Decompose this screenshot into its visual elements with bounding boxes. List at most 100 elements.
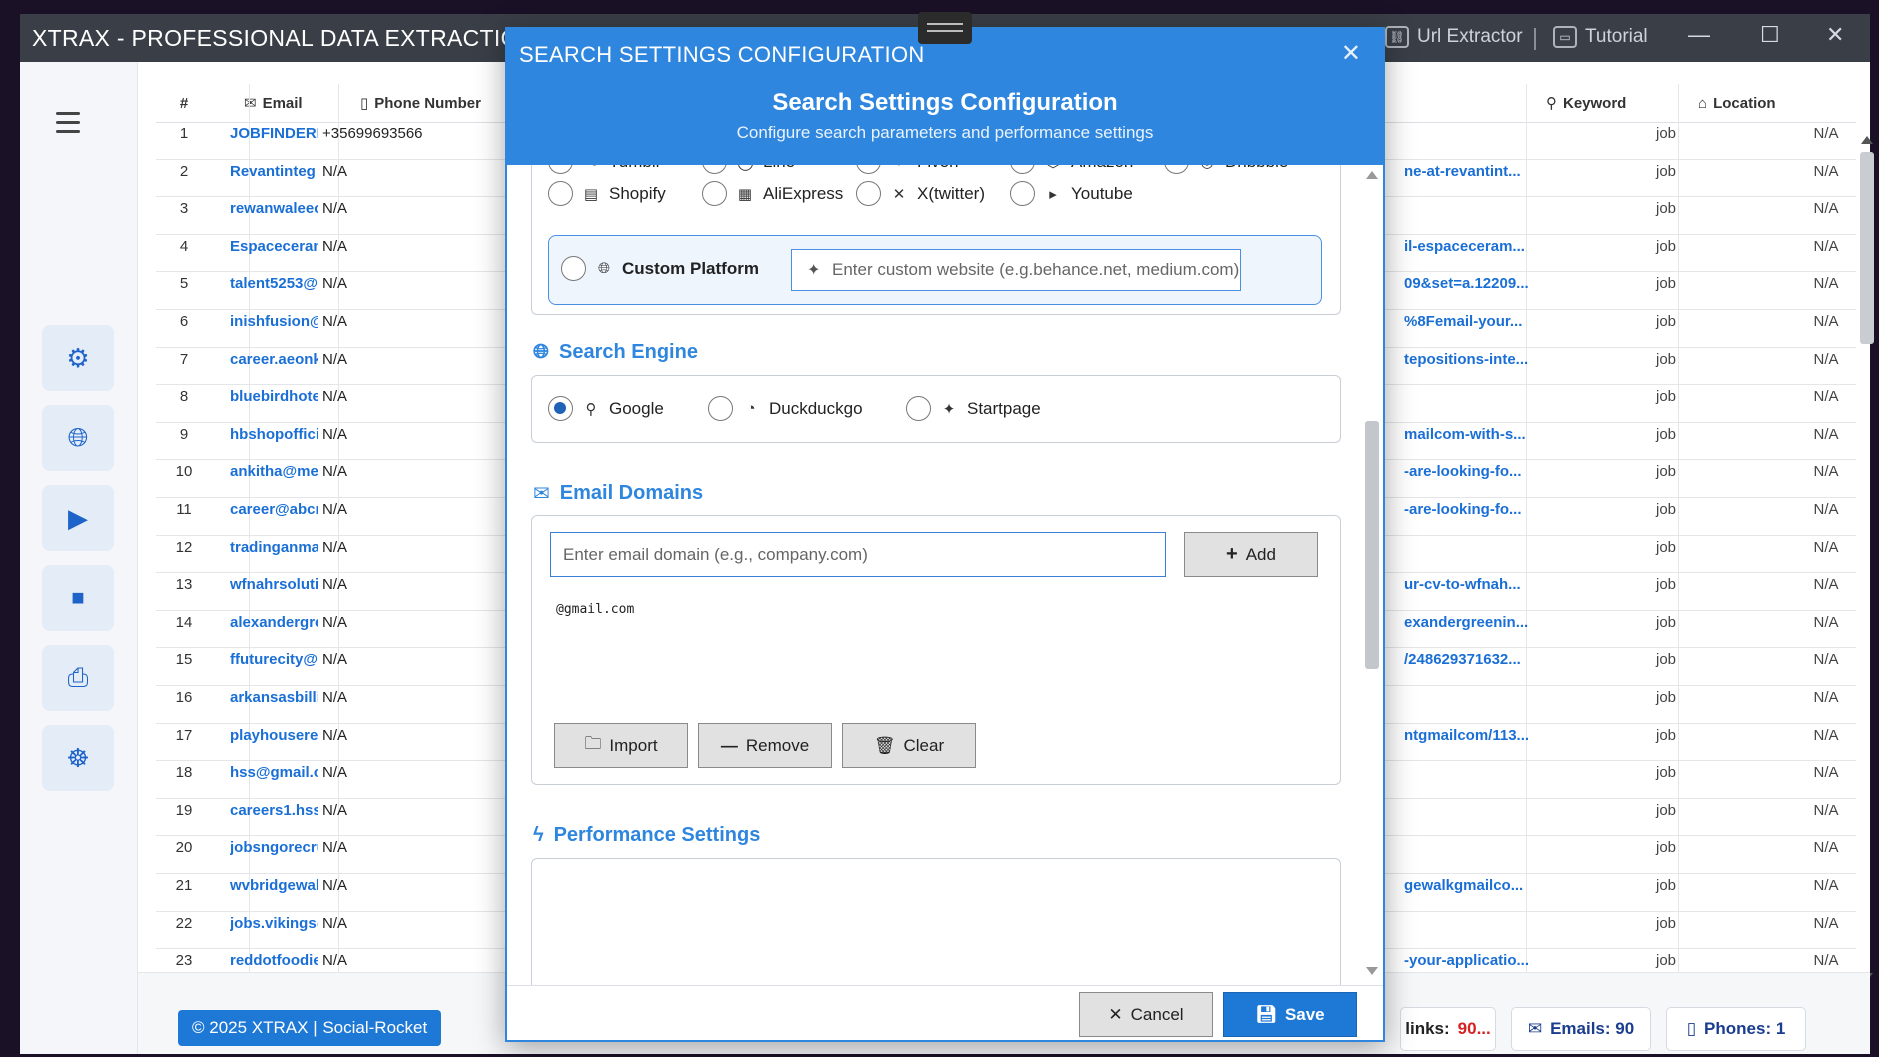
domain-list-item[interactable]: @gmail.com xyxy=(556,602,634,617)
row-email: tradinganma xyxy=(230,538,318,556)
house-icon: ⌂ xyxy=(1698,94,1708,112)
platform-radio-xtwitter[interactable]: ✕ X(twitter) xyxy=(856,181,985,206)
save-button[interactable]: 💾︎ Save xyxy=(1223,992,1357,1037)
platform-radio-youtube[interactable]: ▸ Youtube xyxy=(1010,181,1133,206)
row-number: 6 xyxy=(179,313,189,330)
dialog-scroll-thumb[interactable] xyxy=(1365,421,1379,669)
close-icon[interactable]: ✕ xyxy=(1341,39,1361,68)
dialog-subheading: Configure search parameters and performa… xyxy=(736,123,1154,142)
globe-icon[interactable]: 🌐︎ xyxy=(42,405,114,471)
dialog-scrollbar[interactable] xyxy=(1363,165,1381,985)
row-number: 13 xyxy=(175,576,193,594)
platform-radio-line[interactable]: ◯ Line xyxy=(702,165,795,174)
header-email[interactable]: ✉ Email xyxy=(244,84,324,122)
row-keyword: job xyxy=(1655,952,1677,970)
platform-icon: ◎ xyxy=(1199,165,1215,171)
search-engine-section-title: 🌐︎ Search Engine xyxy=(533,341,698,364)
row-phone: N/A xyxy=(322,877,348,894)
row-email: careers1.hss@ xyxy=(230,801,318,819)
row-number: 15 xyxy=(175,651,193,669)
engine-radio-startpage[interactable]: ✦ Startpage xyxy=(906,396,1041,421)
platform-radio-aliexpress[interactable]: ▦ AliExpress xyxy=(702,181,843,206)
helm-icon[interactable]: ☸ xyxy=(42,725,114,791)
platform-icon: ▦ xyxy=(737,185,753,203)
platform-radio-amazon[interactable]: ⬡ Amazon xyxy=(1010,165,1133,174)
row-location: N/A xyxy=(1813,350,1839,368)
add-domain-button[interactable]: + Add xyxy=(1184,532,1318,577)
row-email: ankitha@me xyxy=(230,463,318,481)
import-button[interactable]: 🗀 Import xyxy=(554,723,688,768)
row-number: 5 xyxy=(179,275,189,293)
menu-icon[interactable] xyxy=(56,112,80,139)
engine-radio-duckduckgo[interactable]: ◔ Duckduckgo xyxy=(708,396,863,421)
platform-icon: ♥ xyxy=(891,165,907,170)
row-email: Revantinteg xyxy=(230,162,316,180)
links-count-badge: links: 90... xyxy=(1400,1007,1496,1051)
header-phone-label: Phone Number xyxy=(374,94,481,112)
clear-button[interactable]: 🗑︎ Clear xyxy=(842,723,976,768)
email-domains-box: Enter email domain (e.g., company.com) +… xyxy=(531,515,1341,785)
table-scrollbar[interactable] xyxy=(1858,136,1874,981)
custom-platform-label: Custom Platform xyxy=(622,258,759,278)
cancel-button[interactable]: ✕ Cancel xyxy=(1079,992,1213,1037)
scroll-down-icon[interactable] xyxy=(1366,967,1378,975)
engine-icon: ◔ xyxy=(746,400,756,417)
row-keyword: job xyxy=(1655,839,1677,857)
close-window-icon[interactable]: ✕ xyxy=(1826,22,1844,48)
platform-radio-shopify[interactable]: ▤ Shopify xyxy=(548,181,666,206)
row-location: N/A xyxy=(1813,125,1839,142)
row-phone: N/A xyxy=(322,425,348,443)
row-keyword: job xyxy=(1655,162,1677,180)
row-phone: N/A xyxy=(322,538,348,556)
maximize-icon[interactable]: ☐ xyxy=(1760,22,1780,48)
row-keyword: job xyxy=(1655,313,1677,330)
custom-platform-box: 🌐︎ Custom Platform Enter custom website … xyxy=(548,235,1322,305)
row-location: N/A xyxy=(1813,388,1839,406)
row-phone: N/A xyxy=(322,689,348,706)
dialog-scroll-body: ✎ Tumblr ◯ Line ♥ Fiverr ⬡ Amazon ◎ Dribbble ▤ Shop… xyxy=(507,165,1383,985)
row-keyword: job xyxy=(1655,764,1677,782)
custom-platform-radio[interactable]: 🌐︎ Custom Platform xyxy=(561,256,759,281)
row-phone: N/A xyxy=(322,651,348,669)
email-domain-input[interactable]: Enter email domain (e.g., company.com) xyxy=(550,532,1166,577)
platform-radio-fiverr[interactable]: ♥ Fiverr xyxy=(856,165,960,174)
row-link: ne-at-revantint... xyxy=(1404,162,1521,180)
header-num[interactable]: # xyxy=(156,84,212,122)
row-phone: N/A xyxy=(322,388,348,406)
scroll-up-icon[interactable] xyxy=(1861,136,1873,144)
export-icon[interactable]: ⎙ xyxy=(42,645,114,711)
remove-button[interactable]: — Remove xyxy=(698,723,832,768)
drag-handle[interactable] xyxy=(918,12,972,44)
platform-radio-dribbble[interactable]: ◎ Dribbble xyxy=(1164,165,1288,174)
radio-circle xyxy=(708,396,733,421)
play-icon[interactable]: ▶ xyxy=(42,485,114,551)
radio-circle xyxy=(1164,165,1189,174)
minimize-icon[interactable]: — xyxy=(1688,22,1710,48)
row-email: playhousere xyxy=(230,726,318,744)
header-keyword[interactable]: ⚲ Keyword xyxy=(1546,84,1686,122)
url-extractor-button[interactable]: ⛓ Url Extractor xyxy=(1385,26,1523,48)
row-phone: N/A xyxy=(322,501,348,518)
row-keyword: job xyxy=(1655,726,1677,744)
settings-gear-icon[interactable]: ⚙ xyxy=(42,325,114,391)
row-email: alexandergre xyxy=(230,613,318,631)
tutorial-button[interactable]: ▭ Tutorial xyxy=(1553,26,1648,48)
radio-circle xyxy=(1010,181,1035,206)
header-location[interactable]: ⌂ Location xyxy=(1698,84,1838,122)
table-scroll-thumb[interactable] xyxy=(1860,152,1874,344)
platform-radio-tumblr[interactable]: ✎ Tumblr xyxy=(548,165,661,174)
custom-platform-input[interactable]: Enter custom website (e.g.behance.net, m… xyxy=(791,249,1241,291)
row-phone: N/A xyxy=(322,726,348,744)
scroll-up-icon[interactable] xyxy=(1366,171,1378,179)
row-location: N/A xyxy=(1813,952,1839,970)
row-link: /248629371632... xyxy=(1404,651,1521,669)
trash-icon: 🗑︎ xyxy=(873,735,896,755)
globe-icon: 🌐︎ xyxy=(597,260,610,277)
stop-icon[interactable]: ⏹︎ xyxy=(42,565,114,631)
engine-radio-google[interactable]: ⚲ Google xyxy=(548,396,664,421)
row-keyword: job xyxy=(1655,125,1677,142)
engine-icon: ⚲ xyxy=(585,400,597,418)
close-icon: ✕ xyxy=(1108,1004,1123,1024)
radio-circle xyxy=(702,181,727,206)
row-email: jobsngorecru xyxy=(230,839,318,857)
